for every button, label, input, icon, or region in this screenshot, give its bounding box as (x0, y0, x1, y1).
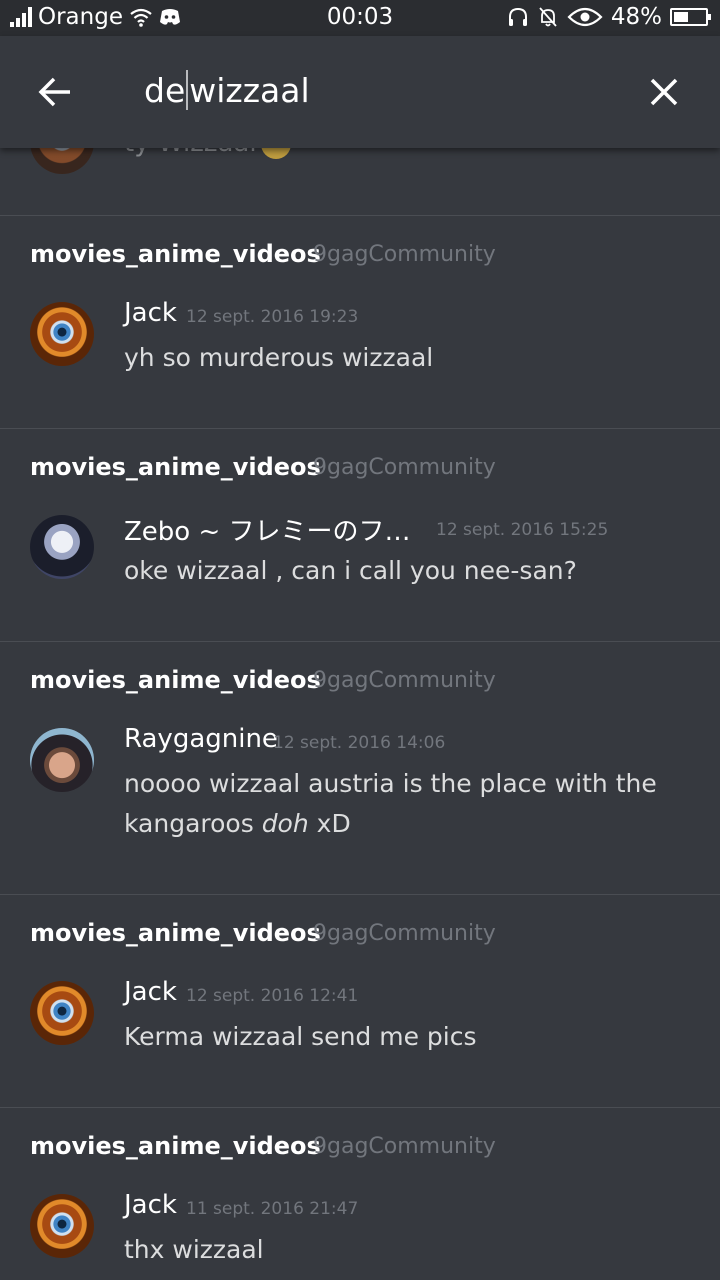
avatar[interactable] (30, 728, 94, 792)
search-header: de wizzaal (0, 36, 720, 148)
channel-name: movies_anime_videos (30, 240, 321, 268)
message-content: noooo wizzaal austria is the place with … (124, 769, 657, 838)
message-content: yh so murderous wizzaal (124, 343, 434, 372)
guild-name: 9gagCommunity (313, 1134, 496, 1159)
guild-name: 9gagCommunity (313, 668, 496, 693)
search-result[interactable]: movies_anime_videos 9gagCommunity Jack 1… (0, 1107, 720, 1280)
search-result[interactable]: movies_anime_videos 9gagCommunity Jack 1… (0, 215, 720, 428)
battery-fill (674, 12, 689, 22)
message-timestamp: 11 sept. 2016 21:47 (186, 1199, 359, 1219)
clear-search-button[interactable] (644, 72, 684, 112)
message-content: thx wizzaal (124, 1235, 264, 1264)
status-bar: Orange 00:03 48% (0, 0, 720, 36)
channel-name: movies_anime_videos (30, 666, 321, 694)
author-name[interactable]: Raygagnine (124, 724, 278, 754)
search-query-after: wizzaal (189, 70, 310, 110)
message-timestamp: 12 sept. 2016 15:25 (436, 520, 609, 540)
back-button[interactable] (36, 72, 76, 112)
channel-name: movies_anime_videos (30, 1132, 321, 1160)
headset-icon (508, 7, 527, 26)
author-name[interactable]: Jack (124, 977, 177, 1007)
avatar[interactable] (30, 1194, 94, 1258)
author-name[interactable]: Jack (124, 298, 177, 328)
guild-name: 9gagCommunity (313, 455, 496, 480)
search-result[interactable]: movies_anime_videos 9gagCommunity Jack 1… (0, 894, 720, 1107)
avatar[interactable] (30, 302, 94, 366)
author-name[interactable]: Zebo ~ フレミーのフ… (124, 511, 411, 548)
search-query-before: de (144, 70, 186, 110)
search-result[interactable]: movies_anime_videos 9gagCommunity Raygag… (0, 641, 720, 894)
eye-icon (567, 7, 603, 27)
close-icon (650, 78, 678, 106)
battery-icon (670, 8, 711, 26)
message-timestamp: 12 sept. 2016 12:41 (186, 986, 359, 1006)
guild-name: 9gagCommunity (313, 921, 496, 946)
avatar[interactable] (30, 981, 94, 1045)
mute-bell-icon (539, 7, 557, 27)
search-result[interactable]: movies_anime_videos 9gagCommunity Zebo ~… (0, 428, 720, 641)
avatar[interactable] (30, 515, 94, 579)
channel-name: movies_anime_videos (30, 453, 321, 481)
message-content: Kerma wizzaal send me pics (124, 1022, 477, 1051)
battery-percent: 48% (610, 4, 662, 30)
arrow-left-icon (38, 77, 70, 107)
channel-name: movies_anime_videos (30, 919, 321, 947)
guild-name: 9gagCommunity (313, 242, 496, 267)
author-name[interactable]: Jack (124, 1190, 177, 1220)
message-content: oke wizzaal , can i call you nee-san? (124, 556, 577, 585)
status-right: 48% (507, 4, 711, 30)
message-timestamp: 12 sept. 2016 14:06 (273, 733, 446, 753)
message-timestamp: 12 sept. 2016 19:23 (186, 307, 359, 327)
text-caret (186, 70, 189, 110)
search-input[interactable]: de wizzaal (144, 70, 310, 110)
